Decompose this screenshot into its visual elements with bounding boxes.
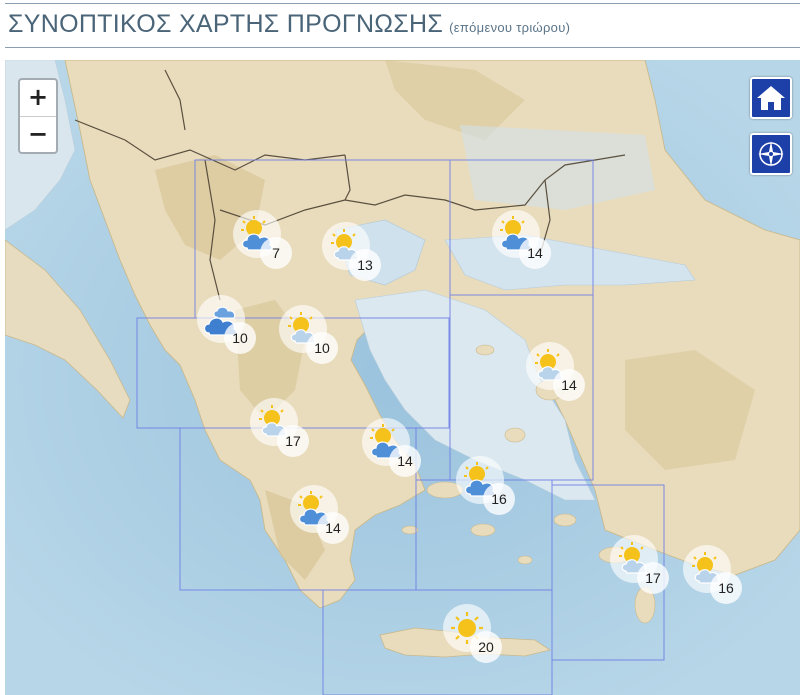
- forecast-marker[interactable]: 16: [456, 456, 516, 516]
- island: [517, 555, 533, 565]
- temperature-label: 17: [637, 562, 669, 594]
- temperature-label: 17: [277, 425, 309, 457]
- forecast-marker[interactable]: 7: [233, 210, 293, 270]
- page-title: ΣΥΝΟΠΤΙΚΟΣ ΧΑΡΤΗΣ ΠΡΟΓΝΩΣΗΣ (επόμενου τρι…: [8, 10, 570, 39]
- forecast-marker[interactable]: 14: [290, 485, 350, 545]
- island: [504, 427, 526, 443]
- temperature-label: 16: [710, 572, 742, 604]
- temperature-label: 13: [349, 249, 381, 281]
- temperature-label: 14: [553, 369, 585, 401]
- map-base-layer: [5, 60, 800, 695]
- page-header: ΣΥΝΟΠΤΙΚΟΣ ΧΑΡΤΗΣ ΠΡΟΓΝΩΣΗΣ (επόμενου τρι…: [0, 0, 800, 50]
- forecast-marker[interactable]: 20: [443, 604, 503, 664]
- temperature-label: 10: [306, 332, 338, 364]
- forecast-marker[interactable]: 17: [250, 398, 310, 458]
- zoom-out-button[interactable]: −: [20, 116, 56, 152]
- header-top-rule: [5, 3, 800, 4]
- temperature-label: 14: [519, 237, 551, 269]
- island: [553, 513, 577, 527]
- temperature-label: 14: [317, 512, 349, 544]
- header-bottom-rule: [5, 47, 800, 48]
- compass-icon: [758, 141, 784, 167]
- forecast-marker[interactable]: 10: [279, 305, 339, 365]
- zoom-in-button[interactable]: +: [20, 80, 56, 116]
- forecast-marker[interactable]: 13: [322, 222, 382, 282]
- temperature-label: 14: [389, 445, 421, 477]
- title-text: ΣΥΝΟΠΤΙΚΟΣ ΧΑΡΤΗΣ ΠΡΟΓΝΩΣΗΣ: [8, 10, 444, 38]
- temperature-label: 7: [260, 237, 292, 269]
- home-button[interactable]: [750, 77, 792, 119]
- forecast-marker[interactable]: 14: [526, 342, 586, 402]
- home-icon: [757, 86, 785, 110]
- zoom-control[interactable]: + −: [18, 78, 58, 154]
- island: [470, 523, 496, 537]
- temperature-label: 10: [224, 322, 256, 354]
- temperature-label: 20: [470, 631, 502, 663]
- forecast-map[interactable]: + − 7 13 14 10 10 14 17 14 16 14 17 16 2…: [5, 60, 800, 695]
- island: [475, 344, 495, 356]
- page-subtitle: (επόμενου τριώρου): [449, 20, 571, 35]
- forecast-marker[interactable]: 14: [362, 418, 422, 478]
- forecast-marker[interactable]: 17: [610, 535, 670, 595]
- forecast-marker[interactable]: 14: [492, 210, 552, 270]
- forecast-marker[interactable]: 16: [683, 545, 743, 605]
- temperature-label: 16: [483, 483, 515, 515]
- compass-button[interactable]: [750, 133, 792, 175]
- forecast-marker[interactable]: 10: [197, 295, 257, 355]
